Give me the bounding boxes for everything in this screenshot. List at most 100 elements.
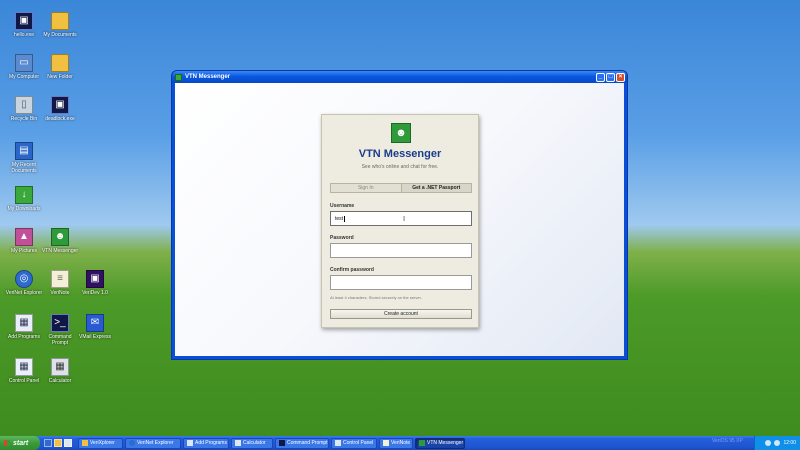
desktop-icon-calculator[interactable]: ▦ Calculator: [40, 358, 80, 384]
desktop-icon-label: hello.exe: [13, 32, 34, 38]
calculator-icon: ▦: [51, 358, 69, 376]
notepad-icon: ≡: [51, 270, 69, 288]
add-programs-icon: ▦: [15, 314, 33, 332]
folder-quicklaunch-icon[interactable]: [54, 439, 62, 447]
desktop-quicklaunch-icon[interactable]: [64, 439, 72, 447]
taskbar-item-label: VTN Messenger: [427, 440, 464, 446]
close-button[interactable]: ×: [616, 72, 625, 82]
messenger-icon: [175, 73, 182, 81]
desktop-icon-label: Add Programs: [8, 334, 40, 340]
confirm-password-field[interactable]: [330, 275, 472, 290]
desktop-icon-add-programs[interactable]: ▦ Add Programs: [4, 314, 44, 340]
desktop-icon-control-panel[interactable]: ▦ Control Panel: [4, 358, 44, 384]
app-title: VTN Messenger: [358, 148, 442, 160]
folder-icon: [82, 440, 88, 446]
taskbar-item-label: VeriNet Explorer: [137, 440, 174, 446]
taskbar-item-command-prompt[interactable]: Command Prompt: [275, 437, 329, 449]
taskbar-item-verixplorer[interactable]: VeriXplorer: [78, 437, 123, 449]
desktop-icon-deadlock-exe[interactable]: ▣ deadlock.exe: [40, 96, 80, 122]
taskbar-item-add-programs[interactable]: Add Programs: [183, 437, 229, 449]
desktop-icon-label: My Downloads: [7, 206, 41, 212]
volume-icon[interactable]: [774, 440, 781, 446]
desktop-icon-verinote[interactable]: ≡ VeriNote: [40, 270, 80, 296]
taskbar-item-verinote[interactable]: VeriNote: [379, 437, 413, 449]
username-value: test: [335, 215, 344, 222]
taskbar-item-control-panel[interactable]: Control Panel: [331, 437, 377, 449]
tab-sign-in[interactable]: Sign In: [330, 183, 401, 193]
username-field[interactable]: test I: [330, 211, 472, 226]
desktop-icon-verinet-explorer[interactable]: ◎ VeriNet Explorer: [4, 270, 44, 296]
maximize-button[interactable]: □: [606, 72, 615, 82]
password-field[interactable]: [330, 243, 472, 258]
desktop-icon-label: VeriNet Explorer: [5, 290, 43, 296]
taskbar-item-verinet-explorer[interactable]: VeriNet Explorer: [125, 437, 181, 449]
title-bar[interactable]: VTN Messenger _ □ ×: [172, 71, 627, 83]
network-icon[interactable]: [765, 440, 772, 446]
username-label: Username: [330, 203, 355, 209]
start-label: start: [13, 439, 29, 447]
clock[interactable]: 12:00: [783, 440, 796, 446]
control-panel-icon: [335, 440, 341, 446]
taskbar-item-label: VeriNote: [391, 440, 411, 446]
command-prompt-icon: >_: [51, 314, 69, 332]
desktop-icon-command-prompt[interactable]: >_ Command Prompt: [40, 314, 80, 346]
globe-icon: ◎: [15, 270, 33, 288]
add-programs-icon: [187, 440, 193, 446]
taskbar-item-label: Calculator: [243, 440, 266, 446]
desktop-icon-my-computer[interactable]: ▭ My Computer: [4, 54, 44, 80]
taskbar-item-calculator[interactable]: Calculator: [231, 437, 273, 449]
password-hint: At least 4 characters. Stored securely o…: [330, 295, 422, 300]
mail-icon: ✉: [86, 314, 104, 332]
windows-logo-icon: [4, 440, 10, 446]
taskbar-item-label: Control Panel: [343, 440, 374, 446]
confirm-password-label: Confirm password: [330, 267, 374, 273]
browser-quicklaunch-icon[interactable]: [44, 439, 52, 447]
minimize-button[interactable]: _: [596, 72, 605, 82]
signup-card: ☻ VTN Messenger See who's online and cha…: [321, 114, 479, 328]
folder-icon: [51, 12, 69, 30]
password-label: Password: [330, 235, 354, 241]
quick-launch: [44, 439, 74, 447]
desktop-icon-new-folder[interactable]: New Folder: [40, 54, 80, 80]
tab-get-passport[interactable]: Get a .NET Passport: [400, 183, 472, 193]
messenger-window[interactable]: VTN Messenger _ □ × ☻ VTN Messenger See …: [171, 70, 628, 360]
desktop-icon-label: Control Panel: [8, 378, 40, 384]
desktop-icon-label: VeriNote: [50, 290, 70, 296]
desktop-icon-my-recent-documents[interactable]: ▤ My Recent Documents: [4, 142, 44, 174]
desktop-icon-label: VTN Messenger: [41, 248, 79, 254]
desktop-icon-recycle-bin[interactable]: ▯ Recycle Bin: [4, 96, 44, 122]
desktop-icon-my-pictures[interactable]: ▲ My Pictures: [4, 228, 44, 254]
desktop-icon-label: Command Prompt: [48, 334, 72, 346]
os-watermark: VeriOS 95 XP: [712, 438, 743, 444]
desktop-icon-label: Recycle Bin: [10, 116, 38, 122]
desktop-icon-hello-exe[interactable]: ▣ hello.exe: [4, 12, 44, 38]
messenger-icon: [419, 440, 425, 446]
messenger-icon: ☻: [51, 228, 69, 246]
taskbar: start VeriXplorer VeriNet Explorer Add P…: [0, 436, 800, 450]
taskbar-item-vtn-messenger[interactable]: VTN Messenger: [415, 437, 465, 449]
create-account-button[interactable]: Create account: [330, 309, 472, 319]
desktop-icon-label: My Recent Documents: [11, 162, 37, 174]
download-icon: ↓: [15, 186, 33, 204]
document-icon: ▤: [15, 142, 33, 160]
desktop-icon-label: deadlock.exe: [45, 116, 75, 122]
desktop-icon-my-documents[interactable]: My Documents: [40, 12, 80, 38]
terminal-icon: ▣: [51, 96, 69, 114]
desktop-icon-my-downloads[interactable]: ↓ My Downloads: [4, 186, 44, 212]
start-button[interactable]: start: [0, 436, 40, 450]
desktop-icon-label: VeriDev 1.0: [82, 290, 108, 296]
messenger-logo-icon: ☻: [391, 123, 411, 143]
control-panel-icon: ▦: [15, 358, 33, 376]
taskbar-item-label: Command Prompt: [287, 440, 328, 446]
desktop-icon-vmail-express[interactable]: ✉ VMail Express: [75, 314, 115, 340]
desktop-icon-label: Calculator: [48, 378, 72, 384]
computer-icon: ▭: [15, 54, 33, 72]
desktop-icon-veridev[interactable]: ▣ VeriDev 1.0: [75, 270, 115, 296]
desktop-icon-label: New Folder: [47, 74, 73, 80]
desktop-icon-label: My Documents: [43, 32, 77, 38]
desktop-icon-vtn-messenger[interactable]: ☻ VTN Messenger: [40, 228, 80, 254]
calculator-icon: [235, 440, 241, 446]
globe-icon: [129, 440, 135, 446]
desktop-icon-label: My Pictures: [10, 248, 38, 254]
command-prompt-icon: [279, 440, 285, 446]
